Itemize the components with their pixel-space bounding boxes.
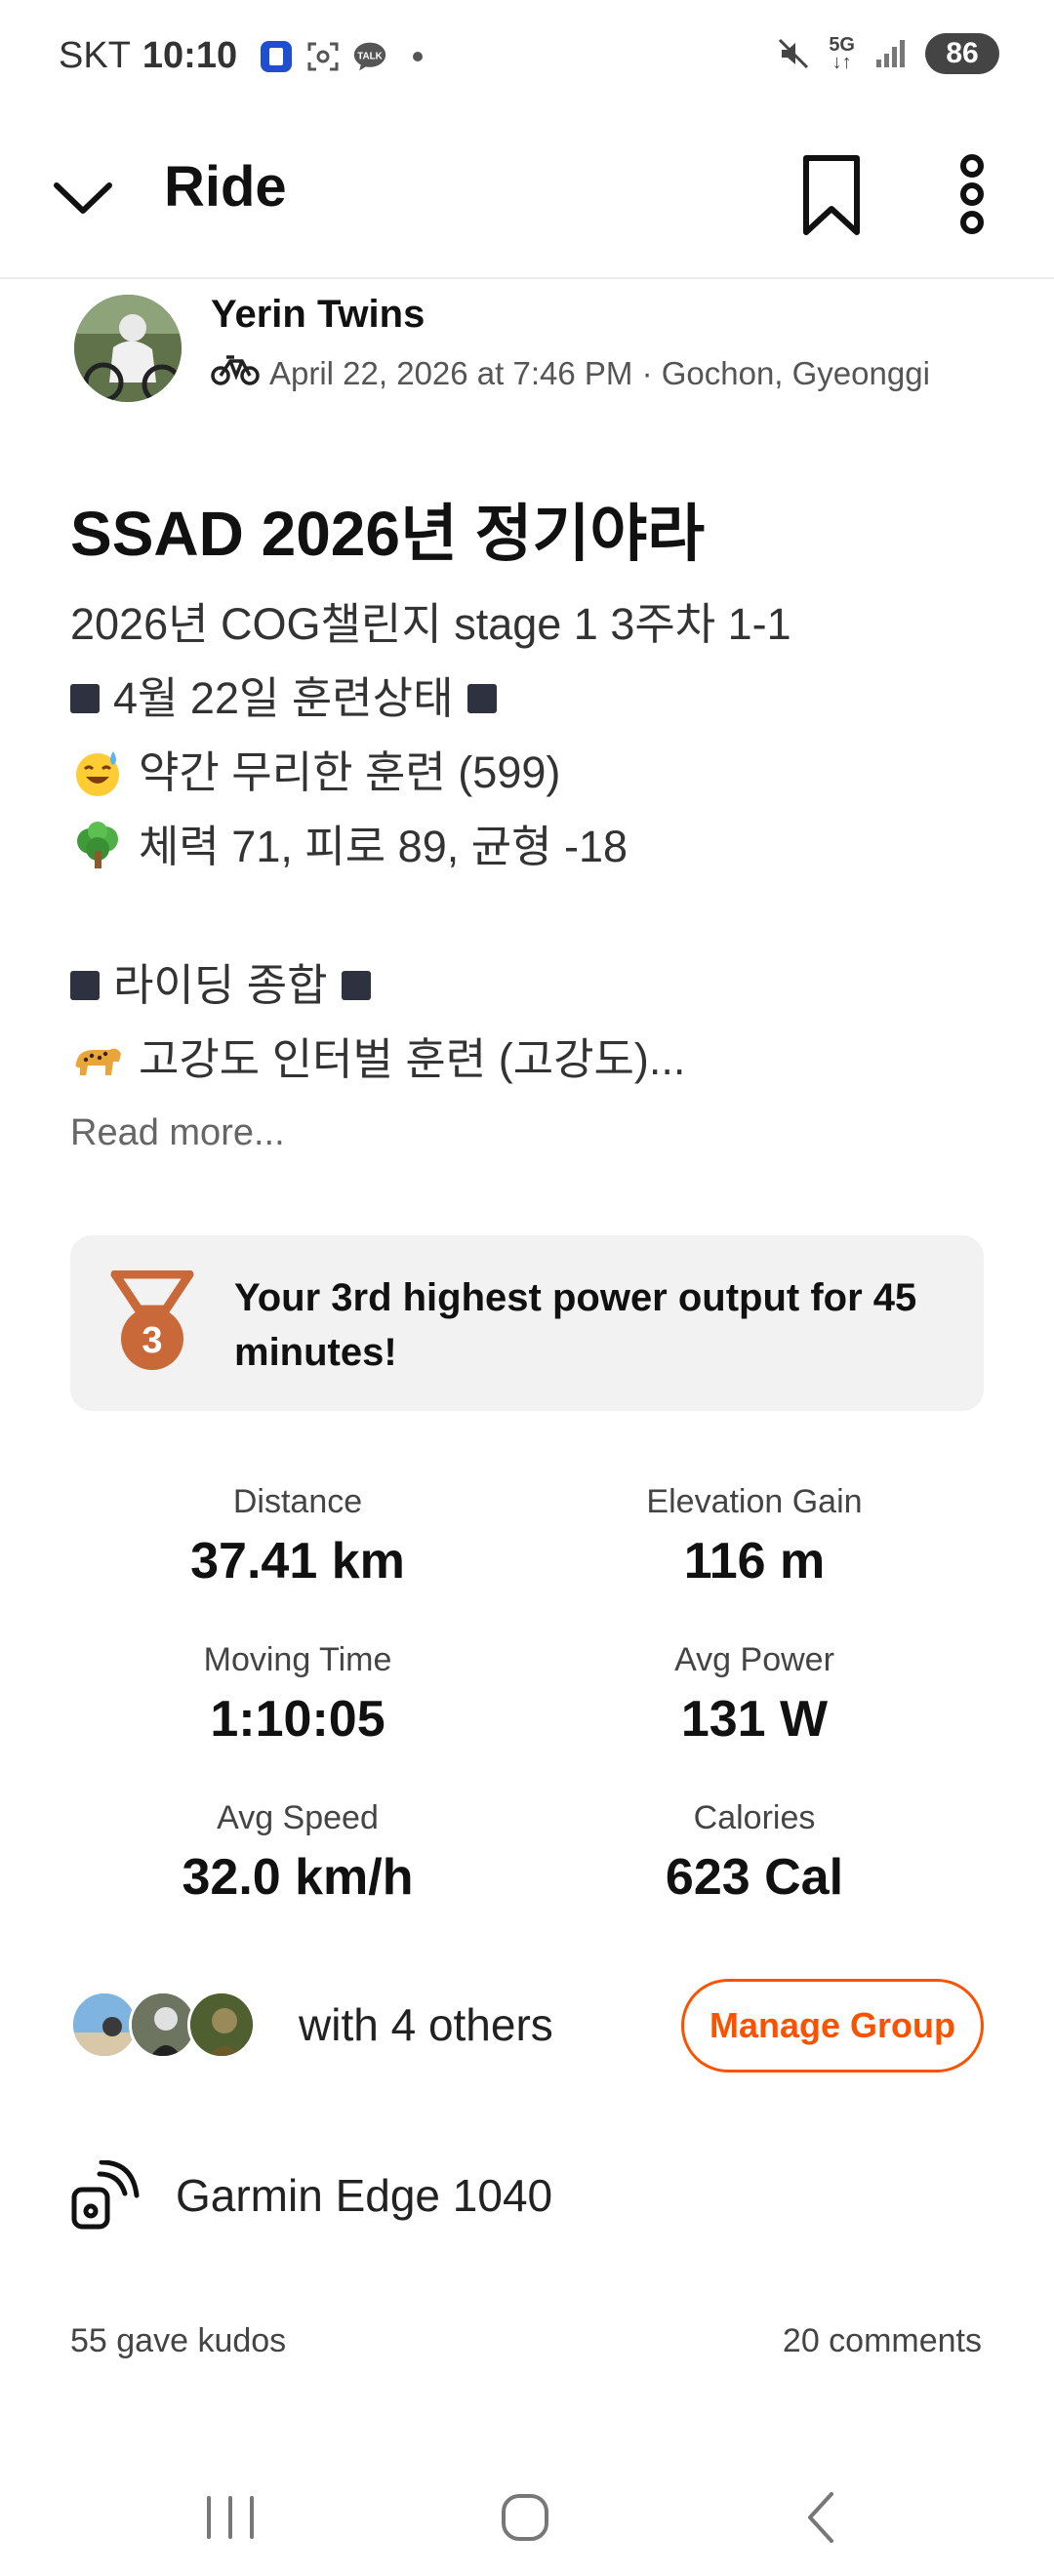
description-text: 4월 22일 훈련상태 bbox=[113, 673, 454, 723]
group-text[interactable]: with 4 others bbox=[299, 1998, 553, 2051]
status-bar: SKT 10:10 TALK 5G ↓↑ 86 bbox=[0, 0, 1054, 117]
activity-title: SSAD 2026년 정기야라 bbox=[70, 499, 706, 569]
status-right: 5G ↓↑ 86 bbox=[776, 33, 999, 74]
black-square-icon bbox=[70, 971, 100, 1000]
app-bar: Ride bbox=[0, 117, 1054, 279]
description-line: 4월 22일 훈련상태 bbox=[70, 662, 988, 736]
clock: 10:10 bbox=[142, 35, 238, 76]
description-text: 라이딩 종합 bbox=[113, 960, 328, 1010]
description-line: 2026년 COG챌린지 stage 1 3주차 1-1 bbox=[70, 587, 988, 662]
battery-indicator: 86 bbox=[925, 33, 999, 74]
leopard-emoji-icon bbox=[70, 1032, 125, 1087]
system-nav-bar bbox=[0, 2459, 1054, 2576]
recent-apps-icon[interactable] bbox=[191, 2488, 269, 2547]
medal-rank: 3 bbox=[142, 1320, 162, 1361]
stat-avg-power: Avg Power 131 W bbox=[530, 1641, 979, 1749]
stat-value: 623 Cal bbox=[665, 1849, 844, 1906]
sweat-smile-emoji-icon bbox=[70, 745, 125, 800]
comments-count[interactable]: 20 comments bbox=[783, 2322, 982, 2360]
black-square-icon bbox=[70, 684, 100, 713]
athlete-name[interactable]: Yerin Twins bbox=[211, 293, 425, 337]
bookmark-icon[interactable] bbox=[800, 152, 863, 240]
stat-value: 116 m bbox=[683, 1533, 826, 1590]
page-title: Ride bbox=[164, 155, 287, 219]
bike-icon bbox=[211, 353, 260, 394]
achievement-text: Your 3rd highest power output for 45 min… bbox=[234, 1276, 917, 1374]
description-line: 라이딩 종합 bbox=[70, 948, 988, 1023]
kudos-count[interactable]: 55 gave kudos bbox=[70, 2322, 286, 2360]
signal-icon bbox=[872, 36, 908, 71]
description-text: 2026년 COG챌린지 stage 1 3주차 1-1 bbox=[70, 599, 791, 649]
athlete-header[interactable]: Yerin Twins April 22, 2026 at 7:46 PM · … bbox=[70, 293, 988, 410]
stat-value: 131 W bbox=[680, 1691, 829, 1748]
description-line: 체력 71, 피로 89, 균형 -18 bbox=[70, 810, 988, 884]
activity-description: 2026년 COG챌린지 stage 1 3주차 1-1 4월 22일 훈련상태… bbox=[70, 587, 988, 1097]
device-name: Garmin Edge 1040 bbox=[176, 2170, 553, 2221]
collapse-chevron-icon[interactable] bbox=[49, 164, 117, 232]
stat-avg-speed: Avg Speed 32.0 km/h bbox=[73, 1799, 522, 1907]
more-options-icon[interactable] bbox=[953, 150, 992, 238]
stat-distance: Distance 37.41 km bbox=[73, 1483, 522, 1590]
stat-value: 32.0 km/h bbox=[182, 1849, 414, 1906]
black-square-icon bbox=[466, 684, 497, 713]
mute-icon bbox=[776, 36, 811, 71]
tree-emoji-icon bbox=[70, 820, 125, 874]
device-row: Garmin Edge 1040 bbox=[70, 2156, 552, 2234]
stat-label: Avg Speed bbox=[217, 1799, 379, 1836]
stat-label: Moving Time bbox=[203, 1641, 392, 1678]
status-left: SKT 10:10 TALK bbox=[59, 35, 424, 77]
screenshot-icon bbox=[305, 39, 341, 74]
activity-meta-text: April 22, 2026 at 7:46 PM · Gochon, Gyeo… bbox=[269, 355, 930, 391]
black-square-icon bbox=[341, 971, 371, 1000]
stat-label: Distance bbox=[232, 1483, 363, 1520]
stat-value: 1:10:05 bbox=[210, 1691, 385, 1748]
network-type: 5G ↓↑ bbox=[829, 34, 855, 73]
device-wireless-icon bbox=[70, 2159, 141, 2231]
manage-group-button[interactable]: Manage Group bbox=[681, 1979, 984, 2073]
athlete-avatar[interactable] bbox=[74, 295, 182, 402]
stat-elevation-gain: Elevation Gain 116 m bbox=[530, 1483, 979, 1590]
description-line: 고강도 인터벌 훈련 (고강도)... bbox=[70, 1023, 988, 1097]
bronze-medal-icon: 3 bbox=[107, 1269, 197, 1376]
stat-calories: Calories 623 Cal bbox=[530, 1799, 979, 1907]
group-member-avatar[interactable] bbox=[187, 1991, 256, 2059]
stat-label: Avg Power bbox=[674, 1641, 834, 1678]
group-activity: with 4 others Manage Group bbox=[70, 1979, 988, 2073]
home-icon[interactable] bbox=[486, 2488, 564, 2547]
description-text: 고강도 인터벌 훈련 (고강도)... bbox=[139, 1034, 686, 1084]
description-text: 체력 71, 피로 89, 균형 -18 bbox=[139, 822, 628, 871]
back-icon[interactable] bbox=[781, 2488, 859, 2547]
talk-icon: TALK bbox=[352, 39, 387, 74]
network-label: 5G bbox=[829, 34, 855, 56]
app-notification-icon bbox=[259, 39, 294, 74]
description-line: 약간 무리한 훈련 (599) bbox=[70, 736, 988, 810]
achievement-card[interactable]: 3 Your 3rd highest power output for 45 m… bbox=[70, 1235, 984, 1411]
stat-label: Calories bbox=[693, 1799, 816, 1836]
activity-meta: April 22, 2026 at 7:46 PM · Gochon, Gyeo… bbox=[211, 353, 930, 394]
stat-value: 37.41 km bbox=[190, 1533, 405, 1590]
stat-label: Elevation Gain bbox=[646, 1483, 863, 1520]
carrier-label: SKT bbox=[59, 35, 131, 76]
description-text: 약간 무리한 훈련 (599) bbox=[139, 747, 561, 797]
more-notifications-dot bbox=[413, 51, 424, 61]
talk-label: TALK bbox=[357, 51, 383, 61]
read-more-link[interactable]: Read more... bbox=[70, 1112, 285, 1154]
stat-moving-time: Moving Time 1:10:05 bbox=[73, 1641, 522, 1749]
